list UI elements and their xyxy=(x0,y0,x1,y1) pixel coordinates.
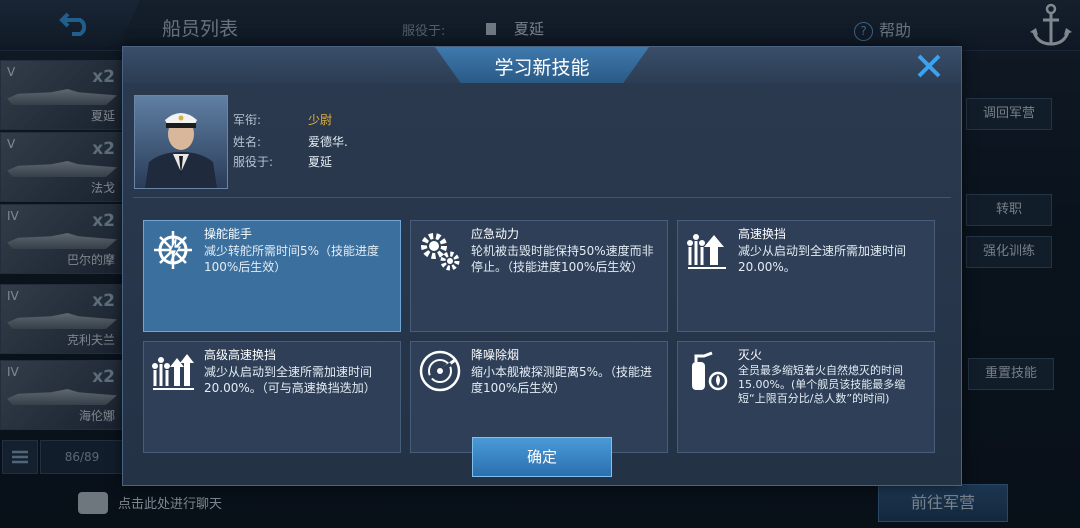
name-label: 姓名: xyxy=(233,135,262,149)
skill-description: 轮机被击毁时能保持50%速度而非停止。（技能进度100%后生效） xyxy=(471,244,654,274)
skill-description: 减少转舵所需时间5%（技能进度100%后生效） xyxy=(204,244,380,274)
skill-description: 全员最多缩短着火自然熄灭的时间15.00%。(单个舰员该技能最多缩短“上限百分比… xyxy=(738,364,906,405)
skill-name: 应急动力 xyxy=(471,227,520,241)
skill-name: 高级高速换挡 xyxy=(204,348,277,362)
officer-portrait-image xyxy=(145,113,217,188)
radar-icon xyxy=(419,350,461,392)
skill-card-emergency-power[interactable]: 应急动力 轮机被击毁时能保持50%速度而非停止。（技能进度100%后生效） xyxy=(410,220,668,332)
rank-label: 军衔: xyxy=(233,113,262,127)
close-icon[interactable] xyxy=(915,52,943,80)
skill-card-firefighting[interactable]: 灭火 全员最多缩短着火自然熄灭的时间15.00%。(单个舰员该技能最多缩短“上限… xyxy=(677,341,935,453)
serving-label: 服役于: xyxy=(233,155,274,169)
learn-skill-dialog: 学习新技能 军衔: 少尉 姓名: 爱德华. 服役于: 夏延 操舵能手 减少转舵所… xyxy=(122,46,962,486)
confirm-button[interactable]: 确定 xyxy=(472,437,612,477)
rank-value: 少尉 xyxy=(308,113,333,127)
skill-description: 缩小本舰被探测距离5%。（技能进度100%后生效） xyxy=(471,365,653,395)
ship-wheel-icon xyxy=(154,231,192,269)
skill-name: 降噪除烟 xyxy=(471,348,520,362)
dialog-title: 学习新技能 xyxy=(494,57,590,79)
fire-extinguisher-icon xyxy=(692,351,728,391)
advanced-speed-icon xyxy=(152,354,194,390)
skill-card-helm[interactable]: 操舵能手 减少转舵所需时间5%（技能进度100%后生效） xyxy=(143,220,401,332)
skill-description: 减少从启动到全速所需加速时间20.00%。（可与高速换挡迭加） xyxy=(204,365,376,395)
skill-card-advanced-shift[interactable]: 高级高速换挡 减少从启动到全速所需加速时间20.00%。（可与高速换挡迭加） xyxy=(143,341,401,453)
serving-value: 夏延 xyxy=(308,155,333,169)
skill-name: 高速换挡 xyxy=(738,227,787,241)
speed-gauge-icon xyxy=(687,234,726,269)
name-value: 爱德华. xyxy=(308,135,348,149)
skill-name: 灭火 xyxy=(738,348,763,362)
skill-description: 减少从启动到全速所需加速时间20.00%。 xyxy=(738,244,907,274)
crew-portrait xyxy=(134,95,228,189)
dialog-divider xyxy=(133,197,951,198)
skill-card-fast-shift[interactable]: 高速换挡 减少从启动到全速所需加速时间20.00%。 xyxy=(677,220,935,332)
gears-icon xyxy=(421,233,460,271)
skill-name: 操舵能手 xyxy=(204,227,253,241)
